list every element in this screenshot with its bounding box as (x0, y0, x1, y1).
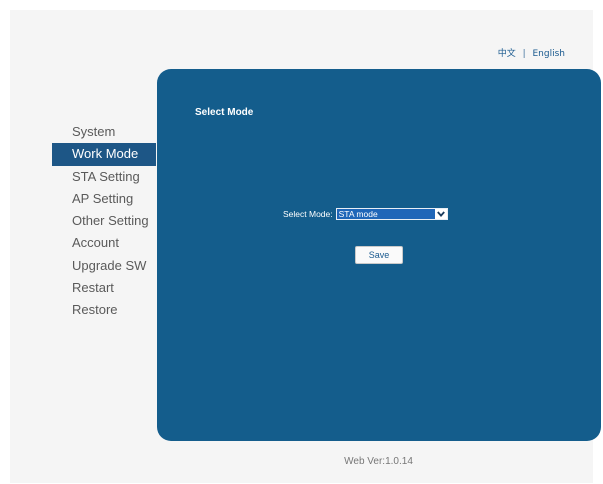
language-switcher: 中文 | English (498, 46, 565, 59)
chevron-down-icon[interactable] (434, 209, 447, 219)
language-separator: | (522, 49, 526, 59)
sidebar-item-restore[interactable]: Restore (52, 299, 156, 321)
sidebar-item-restart[interactable]: Restart (52, 277, 156, 299)
select-mode-dropdown[interactable]: STA mode (335, 208, 448, 220)
language-chinese-link[interactable]: 中文 (498, 49, 516, 59)
panel-title: Select Mode (195, 107, 254, 118)
sidebar-item-sta-setting[interactable]: STA Setting (52, 166, 156, 188)
sidebar-item-ap-setting[interactable]: AP Setting (52, 188, 156, 210)
page-frame: 中文 | English System Work Mode STA Settin… (10, 10, 601, 483)
work-mode-panel: Select Mode Select Mode: STA mode Save (157, 69, 601, 441)
sidebar-item-work-mode[interactable]: Work Mode (52, 143, 156, 166)
select-mode-value: STA mode (338, 209, 378, 219)
sidebar-item-system[interactable]: System (52, 121, 156, 143)
save-button[interactable]: Save (355, 246, 403, 264)
web-version: Web Ver:1.0.14 (344, 456, 413, 467)
sidebar-nav: System Work Mode STA Setting AP Setting … (52, 121, 156, 322)
select-mode-label: Select Mode: (283, 209, 333, 219)
footer: Web Ver:1.0.14 (10, 456, 593, 467)
sidebar-item-account[interactable]: Account (52, 232, 156, 254)
sidebar-item-upgrade-sw[interactable]: Upgrade SW (52, 255, 156, 277)
sidebar-item-other-setting[interactable]: Other Setting (52, 210, 156, 232)
select-mode-row: Select Mode: STA mode (283, 208, 448, 220)
language-english-link[interactable]: English (533, 49, 566, 59)
